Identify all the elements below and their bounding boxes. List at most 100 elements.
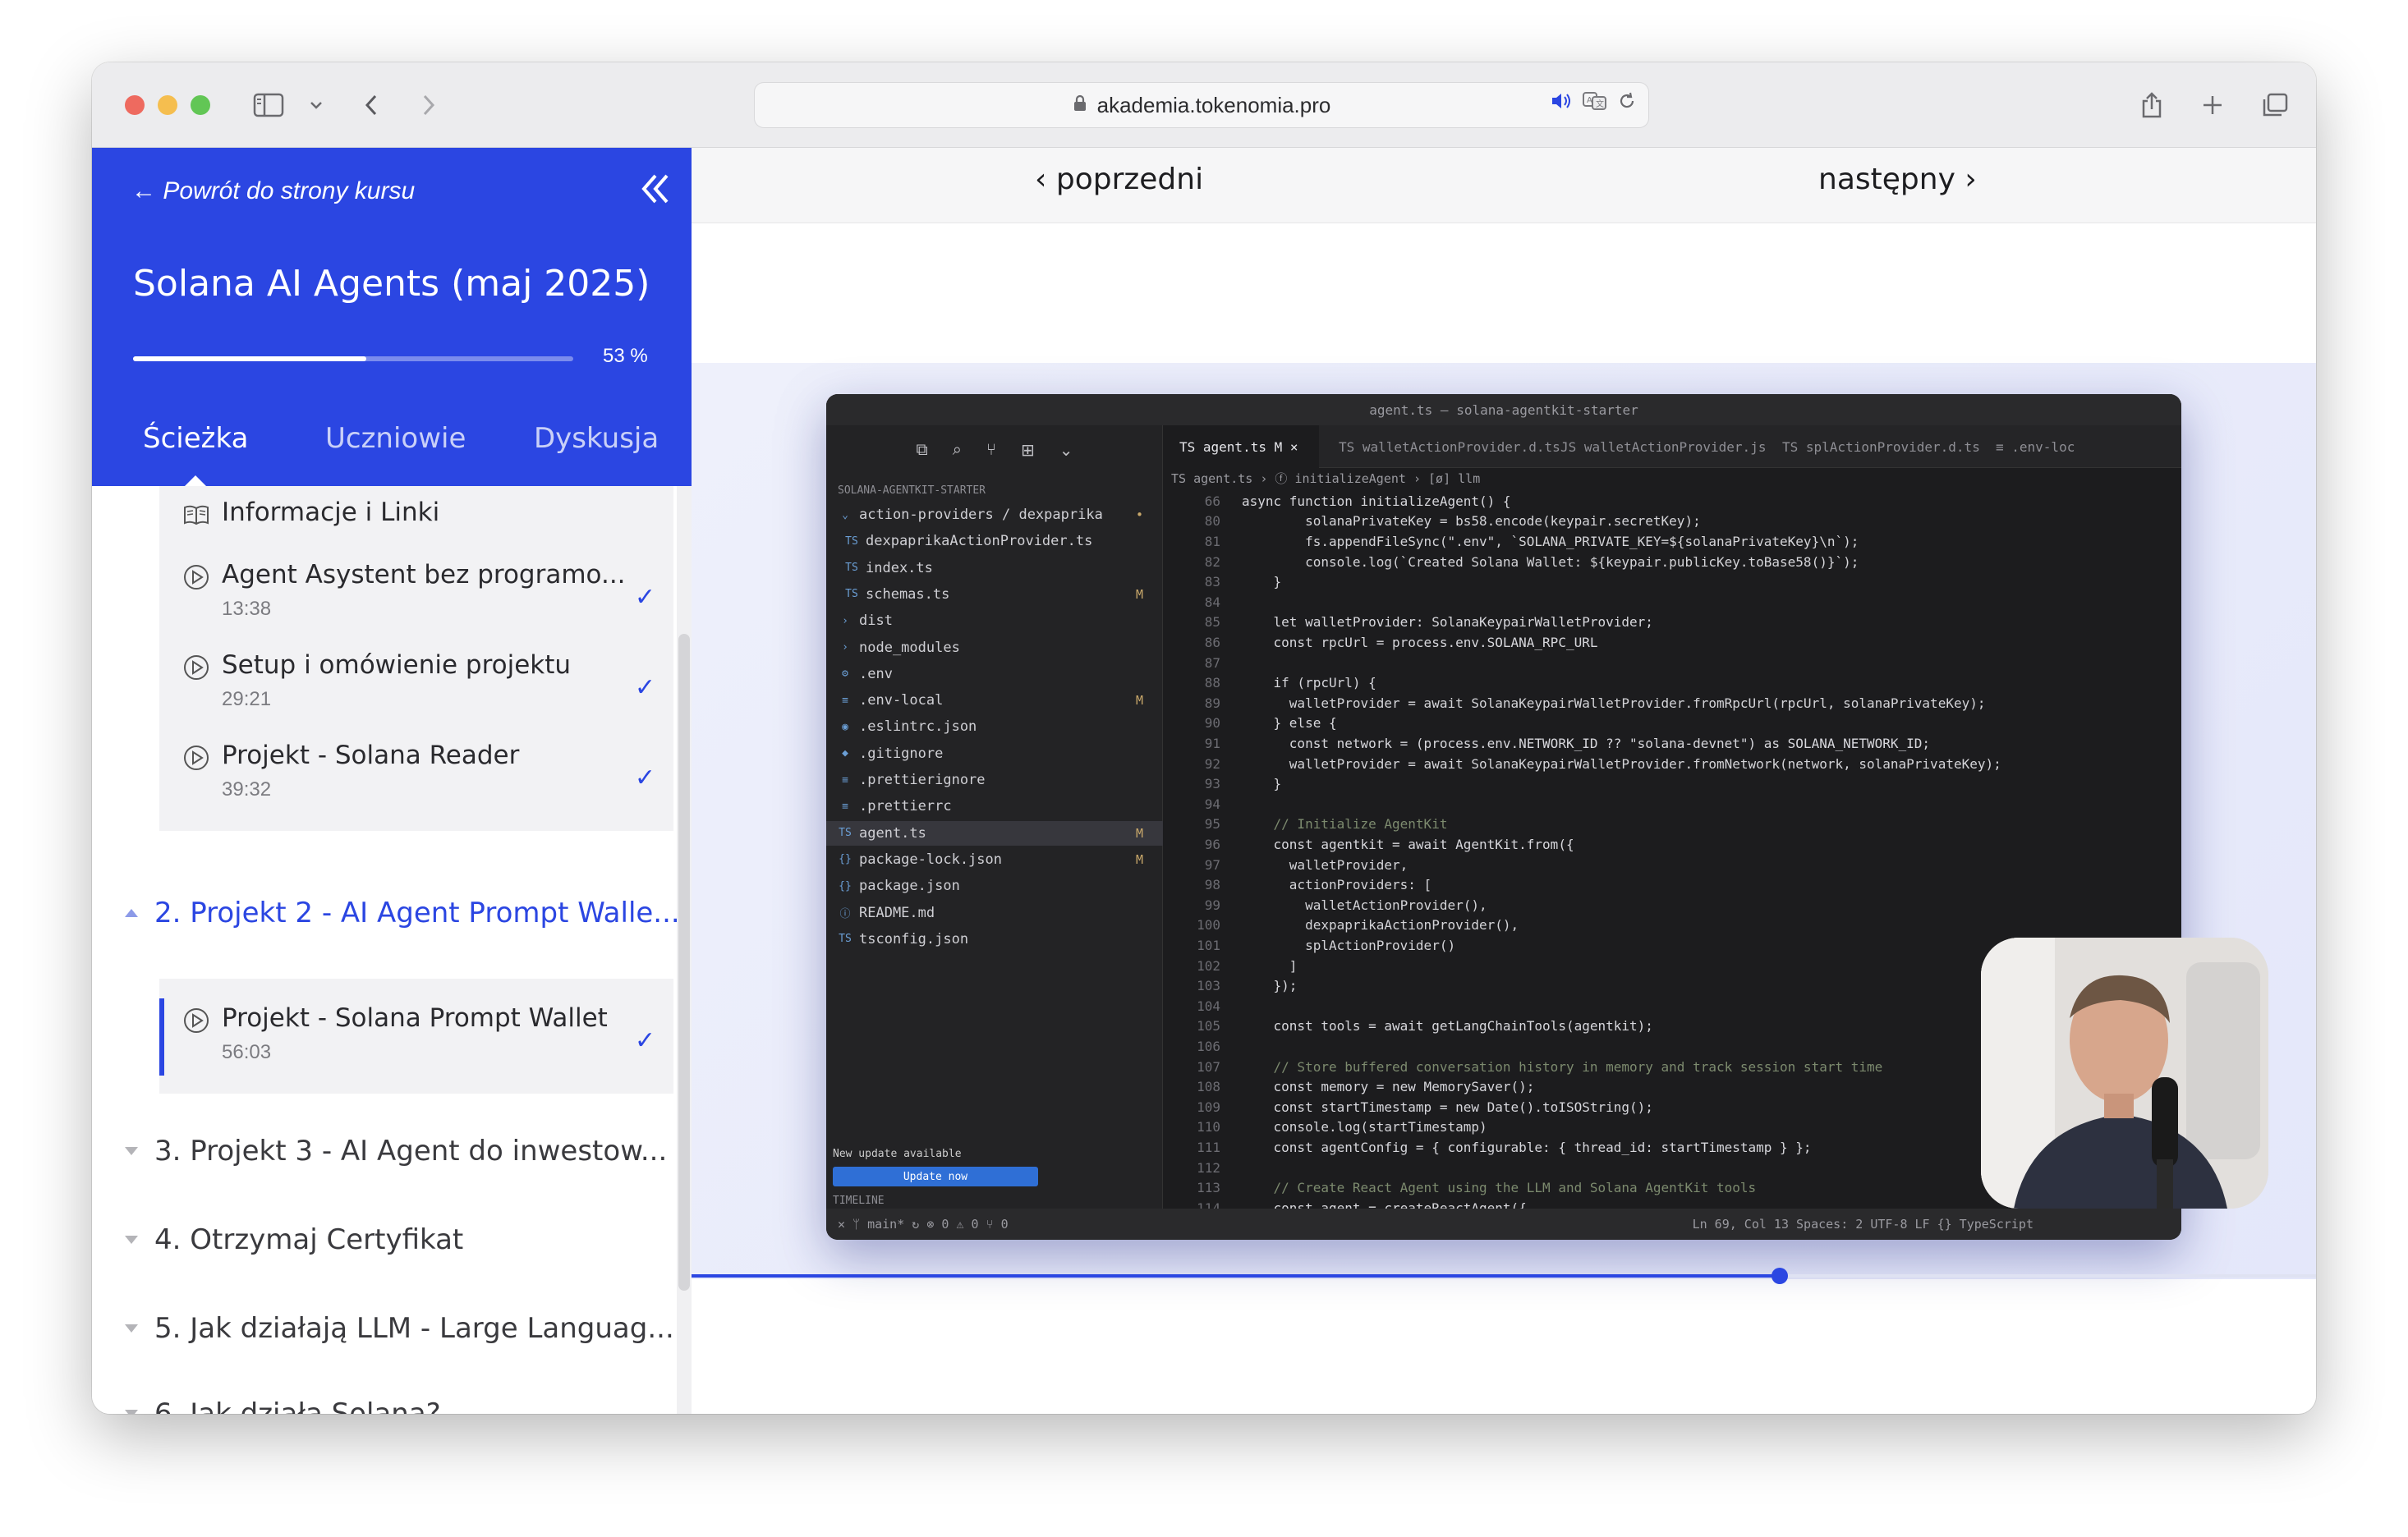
- code-line: 93 }: [1163, 773, 2181, 794]
- play-circle-icon: [182, 654, 210, 681]
- lesson-nav: ‹ poprzedni następny ›: [692, 148, 2316, 223]
- file-name: README.md: [859, 904, 935, 921]
- code-line: 92 walletProvider = await SolanaKeypairW…: [1163, 754, 2181, 774]
- tab-overview-icon[interactable]: [2257, 84, 2293, 126]
- curriculum-list[interactable]: Informacje i Linki Agent Asystent bez pr…: [92, 486, 692, 1414]
- video-progress-fill: [692, 1274, 1781, 1278]
- code-text: const startTimestamp = new Date().toISOS…: [1242, 1099, 1653, 1115]
- completed-check-icon: ✓: [634, 584, 655, 611]
- code-text: console.log(`Created Solana Wallet: ${ke…: [1242, 553, 1859, 570]
- lesson-title: Projekt - Solana Reader: [222, 741, 520, 770]
- lesson-duration: 39:32: [222, 778, 272, 801]
- search-icon: ⌕: [952, 440, 962, 459]
- code-text: walletProvider,: [1242, 856, 1408, 873]
- line-number: 82: [1204, 553, 1220, 570]
- lesson-item[interactable]: Setup i omówienie projektu 29:21 ✓: [159, 639, 673, 729]
- reload-icon[interactable]: [1617, 91, 1637, 115]
- course-progress-bar: [133, 356, 573, 361]
- lesson-item[interactable]: Agent Asystent bez programo... 13:38 ✓: [159, 548, 673, 639]
- speaker-icon[interactable]: [1550, 91, 1573, 115]
- file-modified-badge: M: [1135, 693, 1143, 709]
- lesson-group: Informacje i Linki Agent Asystent bez pr…: [159, 486, 673, 831]
- section-6-header[interactable]: 6. Jak działa Solana?: [125, 1389, 659, 1414]
- expand-triangle-icon: [125, 1147, 138, 1155]
- line-number: 113: [1197, 1180, 1220, 1196]
- file-name: node_modules: [859, 639, 960, 656]
- maximize-window-button[interactable]: [191, 95, 210, 115]
- scrollbar-thumb[interactable]: [678, 634, 690, 1291]
- explorer-file: ◆ .gitignore: [826, 741, 1163, 766]
- next-lesson-link[interactable]: następny ›: [1818, 163, 1977, 196]
- lesson-item[interactable]: Projekt - Solana Reader 39:32 ✓: [159, 729, 673, 819]
- code-line: 100 dexpaprikaActionProvider(),: [1163, 915, 2181, 936]
- tab-dyskusja[interactable]: Dyskusja: [534, 422, 659, 455]
- section-2-header[interactable]: 2. Projekt 2 - AI Agent Prompt Walle...: [125, 888, 680, 938]
- line-number: 89: [1204, 695, 1220, 711]
- section-3-header[interactable]: 3. Projekt 3 - AI Agent do inwestow...: [125, 1126, 667, 1176]
- line-number: 104: [1197, 998, 1220, 1014]
- code-line: 66 async function initializeAgent() {: [1163, 491, 2181, 512]
- file-type-icon: ⚙: [842, 668, 848, 681]
- back-arrow-icon[interactable]: [355, 84, 388, 126]
- close-window-button[interactable]: [125, 95, 145, 115]
- previous-lesson-link[interactable]: ‹ poprzedni: [1035, 163, 1203, 196]
- presenter-webcam: [1981, 938, 2268, 1209]
- tab-sciezka[interactable]: Ścieżka: [143, 422, 248, 455]
- tab-uczniowie[interactable]: Uczniowie: [325, 422, 466, 455]
- line-number: 94: [1204, 796, 1220, 812]
- url-text: akademia.tokenomia.pro: [1096, 92, 1331, 117]
- explorer-file: ≡ .prettierignore: [826, 768, 1163, 792]
- line-number: 80: [1204, 513, 1220, 530]
- file-name: package.json: [859, 878, 960, 895]
- code-text: splActionProvider(): [1242, 937, 1456, 953]
- code-line: 88 if (rpcUrl) {: [1163, 672, 2181, 693]
- update-now-button: Update now: [833, 1167, 1038, 1186]
- address-bar[interactable]: akademia.tokenomia.pro A文: [754, 82, 1649, 128]
- video-progress-bar[interactable]: [692, 1268, 2316, 1284]
- minimize-window-button[interactable]: [158, 95, 177, 115]
- forward-arrow-icon[interactable]: [412, 84, 445, 126]
- file-modified-badge: M: [1135, 851, 1143, 867]
- explorer-file: TS schemas.ts M: [826, 582, 1163, 607]
- code-text: console.log(startTimestamp): [1242, 1119, 1487, 1136]
- line-number: 107: [1197, 1058, 1220, 1075]
- section-title: 5. Jak działają LLM - Large Languag...: [154, 1312, 674, 1345]
- explorer-file: TS index.ts: [826, 556, 1163, 580]
- code-text: solanaPrivateKey = bs58.encode(keypair.s…: [1242, 513, 1701, 530]
- translate-icon[interactable]: A文: [1583, 91, 1607, 115]
- course-header: ← Powrót do strony kursu Solana AI Agent…: [92, 148, 692, 487]
- file-name: .env: [859, 665, 893, 682]
- update-text: New update available: [833, 1148, 962, 1160]
- lesson-duration: 29:21: [222, 688, 272, 710]
- file-name: .env-local: [859, 692, 944, 709]
- line-number: 85: [1204, 614, 1220, 631]
- line-number: 105: [1197, 1018, 1220, 1035]
- code-text: fs.appendFileSync(".env", `SOLANA_PRIVAT…: [1242, 533, 1859, 549]
- new-tab-icon[interactable]: [2196, 84, 2229, 126]
- editor-tab: TS agent.ts M ×: [1163, 425, 1319, 468]
- sidebar-toggle-icon[interactable]: [248, 84, 289, 126]
- line-number: 101: [1197, 937, 1220, 953]
- status-left: ✕ ᛘ main* ↻ ⊗ 0 ⚠ 0 ⑂ 0: [838, 1217, 1009, 1232]
- section-4-header[interactable]: 4. Otrzymaj Certyfikat: [125, 1215, 659, 1264]
- section-5-header[interactable]: 5. Jak działają LLM - Large Languag...: [125, 1304, 674, 1353]
- code-line: 89 walletProvider = await SolanaKeypairW…: [1163, 693, 2181, 713]
- file-type-icon: {}: [839, 879, 852, 892]
- file-type-icon: TS: [839, 827, 852, 840]
- video-player[interactable]: agent.ts — solana-agentkit-starter ⧉ ⌕ ⑂…: [692, 363, 2316, 1279]
- file-type-icon: ◆: [842, 747, 848, 760]
- sidebar-scrollbar[interactable]: [677, 486, 692, 1414]
- line-number: 84: [1204, 594, 1220, 610]
- back-to-course-link[interactable]: ← Powrót do strony kursu: [131, 177, 415, 205]
- video-frame-code-editor: agent.ts — solana-agentkit-starter ⧉ ⌕ ⑂…: [826, 394, 2181, 1240]
- video-scrubber-handle[interactable]: [1772, 1268, 1789, 1284]
- line-number: 110: [1197, 1119, 1220, 1136]
- lesson-item-current[interactable]: Projekt - Solana Prompt Wallet 56:03 ✓: [159, 992, 673, 1082]
- collapse-sidebar-icon[interactable]: [632, 166, 678, 212]
- share-icon[interactable]: [2135, 84, 2168, 126]
- chevron-down-icon[interactable]: [304, 84, 329, 126]
- code-text: walletProvider = await SolanaKeypairWall…: [1242, 755, 2001, 772]
- section-title: 3. Projekt 3 - AI Agent do inwestow...: [154, 1135, 668, 1168]
- lesson-item[interactable]: Informacje i Linki: [159, 486, 673, 548]
- expand-triangle-icon: [125, 1410, 138, 1414]
